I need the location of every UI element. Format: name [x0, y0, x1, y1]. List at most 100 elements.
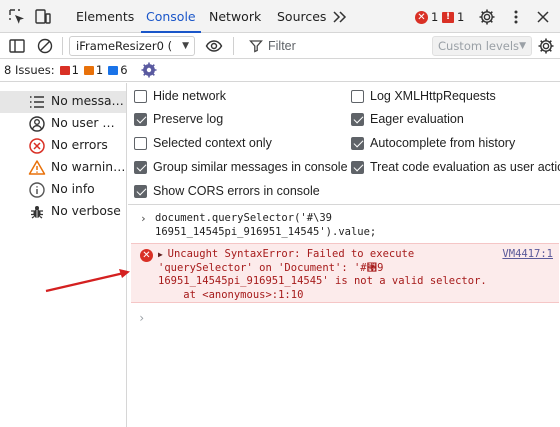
setting-label: Show CORS errors in console — [153, 184, 320, 198]
command-line-2: 16951_14545pi_916951_14545').value; — [155, 225, 377, 238]
error-line-3: 16951_14545pi_916951_14545' is not a val… — [158, 275, 487, 288]
checkbox[interactable] — [134, 184, 147, 198]
sidebar-item-user-messages[interactable]: No user m… — [0, 113, 126, 135]
filter-icon — [249, 40, 263, 53]
error-line-4: at <anonymous>:1:10 — [158, 288, 304, 301]
tab-sources[interactable]: Sources — [268, 0, 335, 33]
more-vertical-icon[interactable] — [507, 8, 525, 26]
checkbox[interactable] — [351, 136, 364, 150]
inspect-element-icon[interactable] — [8, 8, 26, 26]
setting-selected-context-only[interactable]: Selected context only — [134, 134, 272, 152]
error-line-1: Uncaught SyntaxError: Failed to execute — [167, 248, 415, 260]
setting-group-similar[interactable]: Group similar messages in console — [134, 158, 348, 176]
context-select-value: iFrameResizer0 ( — [76, 39, 173, 53]
info-circle-icon — [29, 182, 45, 198]
error-circle-icon — [29, 138, 45, 154]
console-sidebar: No messa… No user m… No errors No warnin… — [0, 83, 127, 427]
close-icon[interactable] — [534, 8, 552, 26]
setting-treat-code-eval[interactable]: Treat code evaluation as user action — [351, 158, 560, 176]
issues-warnings: 1 — [83, 63, 104, 77]
error-count-badge[interactable]: ✕ 1 — [415, 9, 438, 25]
checkbox[interactable] — [351, 112, 364, 126]
filter-input[interactable] — [268, 36, 423, 56]
filter-box[interactable] — [240, 36, 426, 56]
setting-label: Autocomplete from history — [370, 136, 516, 150]
log-levels-dropdown[interactable]: Custom levels ▼ — [432, 36, 532, 56]
checkbox[interactable] — [134, 136, 147, 150]
issues-warnings-count: 1 — [95, 63, 104, 77]
setting-label: Log XMLHttpRequests — [370, 89, 496, 103]
sidebar-item-messages[interactable]: No messa… — [0, 91, 126, 113]
setting-eager-evaluation[interactable]: Eager evaluation — [351, 110, 464, 128]
issues-summary[interactable]: 8 Issues: 1 1 6 — [4, 63, 128, 77]
console-settings-panel: Hide network Preserve log Selected conte… — [128, 83, 560, 205]
setting-label: Eager evaluation — [370, 112, 464, 126]
tab-elements[interactable]: Elements — [67, 0, 143, 33]
chevron-down-icon: ▼ — [182, 41, 189, 51]
setting-label: Group similar messages in console — [153, 160, 348, 174]
tab-console[interactable]: Console — [137, 0, 205, 33]
console-toolbar: iFrameResizer0 ( ▼ Custom levels ▼ — [0, 33, 560, 59]
issues-label: 8 Issues: — [4, 63, 55, 77]
expand-triangle-icon[interactable]: ▶ — [158, 250, 168, 259]
setting-show-cors-errors[interactable]: Show CORS errors in console — [134, 182, 320, 200]
issues-info-count: 6 — [120, 63, 128, 77]
user-icon — [29, 116, 45, 132]
sidebar-item-warnings[interactable]: No warnings — [0, 157, 126, 179]
error-line-2: 'querySelector' on 'Document': '#⑙9 — [158, 261, 384, 274]
setting-label: Selected context only — [153, 136, 272, 150]
error-icon: ✕ — [415, 10, 428, 24]
sidebar-item-label: No user m… — [51, 116, 126, 130]
setting-hide-network[interactable]: Hide network — [134, 87, 226, 105]
issue-count-badge[interactable]: ! 1 — [442, 9, 464, 25]
error-source-link[interactable]: VM4417:1 — [502, 248, 553, 260]
clear-console-icon[interactable] — [36, 37, 54, 55]
error-text: ▶ Uncaught SyntaxError: Failed to execut… — [158, 248, 538, 302]
error-count: 1 — [431, 10, 439, 24]
toolbar-divider — [233, 37, 234, 55]
devtools-tab-bar: Elements Console Network Sources ✕ 1 ! 1 — [0, 0, 560, 33]
sidebar-item-label: No errors — [51, 138, 108, 152]
error-issue-icon — [59, 65, 70, 75]
sidebar-item-verbose[interactable]: No verbose — [0, 201, 126, 223]
console-output: › document.querySelector('#\39 16951_145… — [128, 206, 560, 427]
double-chevron-right-icon[interactable] — [331, 8, 349, 26]
console-prompt[interactable]: › — [138, 311, 145, 325]
setting-log-xhr[interactable]: Log XMLHttpRequests — [351, 87, 496, 105]
device-toggle-icon[interactable] — [34, 8, 52, 26]
setting-label: Preserve log — [153, 112, 224, 126]
issue-count: 1 — [457, 10, 465, 24]
sidebar-item-label: No messa… — [51, 94, 124, 108]
setting-label: Hide network — [153, 89, 226, 103]
settings-gear-icon[interactable] — [478, 8, 496, 26]
list-icon — [30, 96, 44, 108]
sidebar-item-errors[interactable]: No errors — [0, 135, 126, 157]
error-message[interactable]: ✕ ▶ Uncaught SyntaxError: Failed to exec… — [131, 243, 559, 303]
setting-preserve-log[interactable]: Preserve log — [134, 110, 223, 128]
checkbox[interactable] — [351, 89, 364, 103]
checkbox[interactable] — [134, 89, 147, 103]
sidebar-item-label: No info — [51, 182, 95, 196]
checkbox[interactable] — [351, 160, 364, 174]
sidebar-item-label: No verbose — [51, 204, 121, 218]
settings-gear-icon[interactable] — [140, 61, 158, 79]
error-icon: ✕ — [140, 249, 153, 262]
issue-icon: ! — [442, 11, 454, 23]
bug-icon — [31, 206, 43, 219]
checkbox[interactable] — [134, 112, 147, 126]
info-issue-icon — [108, 65, 119, 75]
console-command-entry[interactable]: › document.querySelector('#\39 16951_145… — [128, 210, 560, 243]
sidebar-item-info[interactable]: No info — [0, 179, 126, 201]
warning-triangle-icon — [28, 160, 46, 175]
tab-network[interactable]: Network — [200, 0, 270, 33]
issues-errors: 1 — [59, 63, 79, 77]
eye-icon[interactable] — [205, 37, 223, 55]
setting-label: Treat code evaluation as user action — [370, 160, 560, 174]
settings-gear-icon[interactable] — [537, 37, 555, 55]
setting-autocomplete-history[interactable]: Autocomplete from history — [351, 134, 515, 152]
annotation-arrow-icon — [45, 269, 130, 293]
checkbox[interactable] — [134, 160, 147, 174]
command-line-1: document.querySelector('#\39 — [155, 212, 333, 224]
context-select[interactable]: iFrameResizer0 ( ▼ — [69, 36, 195, 56]
sidebar-toggle-icon[interactable] — [8, 37, 26, 55]
